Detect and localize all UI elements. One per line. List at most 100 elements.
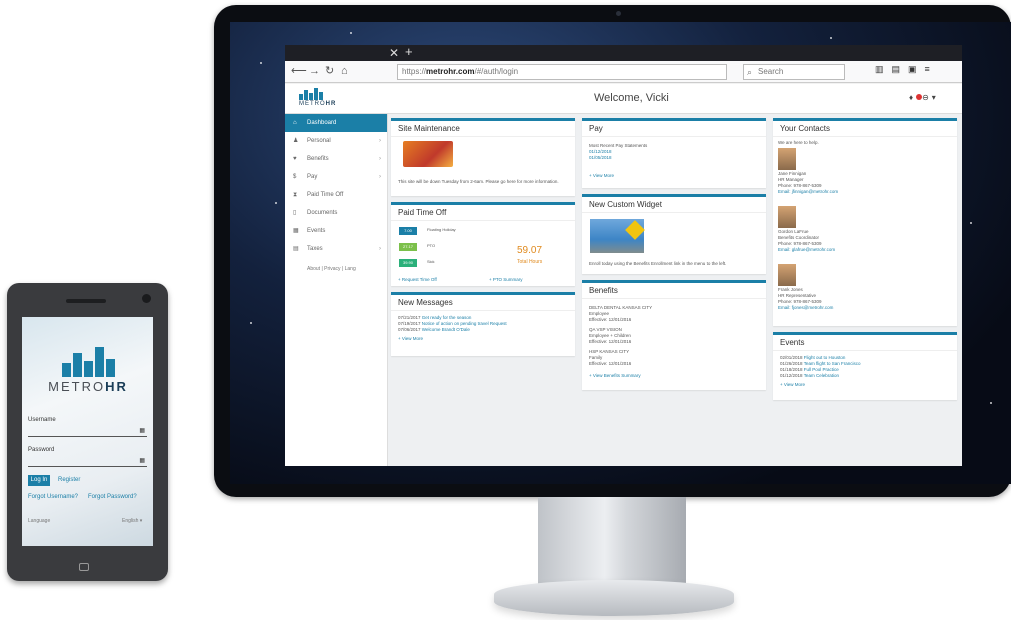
browser-window: ✕ + ⟵ → ↻ ⌂ https://metrohr.com/#/auth/l… bbox=[285, 45, 962, 466]
bell-icon[interactable]: ♦ bbox=[909, 93, 916, 102]
sidebar-item-personal[interactable]: ♟ Personal › bbox=[285, 132, 387, 150]
home-icon[interactable]: ⌂ bbox=[341, 64, 348, 78]
events-card: Events 02/01/2018 Flight out to Houston … bbox=[773, 332, 957, 400]
sidebar-item-documents[interactable]: ▯ Documents bbox=[285, 204, 387, 222]
chevron-right-icon: › bbox=[379, 246, 381, 252]
site-maintenance-card: Site Maintenance This site will be down … bbox=[391, 118, 575, 196]
pto-summary-link[interactable]: + PTO Summary bbox=[489, 277, 523, 283]
monitor-stand bbox=[538, 497, 686, 587]
avatar bbox=[778, 148, 796, 170]
address-bar[interactable]: https://metrohr.com/#/auth/login bbox=[397, 64, 727, 80]
app-header: METROHR Welcome, Vicki ♦ ⊖▾ bbox=[285, 84, 962, 114]
language-label: Language bbox=[28, 518, 51, 524]
pto-value: 27.17 bbox=[399, 243, 417, 251]
welcome-title: Welcome, Vicki bbox=[594, 92, 669, 104]
pto-value: 39.90 bbox=[399, 259, 417, 267]
sidebar-item-taxes[interactable]: ▤ Taxes › bbox=[285, 240, 387, 258]
contacts-intro: We are here to help. bbox=[778, 140, 819, 145]
card-title: Events bbox=[773, 335, 957, 351]
sidebar-item-benefits[interactable]: ♥ Benefits › bbox=[285, 150, 387, 168]
menu-icon[interactable]: ≡ bbox=[925, 64, 938, 74]
reader-icon[interactable]: ▣ bbox=[908, 64, 925, 74]
password-label: Password bbox=[28, 447, 55, 453]
username-label: Username bbox=[28, 417, 56, 423]
language-select[interactable]: English ▾ bbox=[122, 518, 142, 524]
forgot-username-link[interactable]: Forgot Username? bbox=[28, 494, 78, 500]
sidebar-item-dashboard[interactable]: ⌂ Dashboard bbox=[285, 114, 387, 132]
metrohr-logo: METROHR bbox=[40, 347, 136, 394]
pay-statement-link[interactable]: 01/05/2018 bbox=[589, 155, 647, 161]
custom-widget-card: New Custom Widget Enroll today using the… bbox=[582, 194, 766, 274]
contact-card: Frank Jones HR Representative Phone: 978-8… bbox=[778, 264, 833, 311]
chevron-right-icon: › bbox=[379, 156, 381, 162]
close-tab-icon[interactable]: ✕ bbox=[389, 46, 399, 60]
card-title: Paid Time Off bbox=[391, 205, 575, 221]
pto-label: Floating Holiday bbox=[427, 227, 456, 232]
sidebar-item-pay[interactable]: $ Pay › bbox=[285, 168, 387, 186]
contacts-card: Your Contacts We are here to help. Jane … bbox=[773, 118, 957, 326]
view-more-link[interactable]: + View More bbox=[398, 336, 507, 342]
url-prefix: https:// bbox=[402, 67, 427, 76]
card-title: Site Maintenance bbox=[391, 121, 575, 137]
maintenance-image bbox=[403, 141, 453, 167]
request-time-off-link[interactable]: + Request Time Off bbox=[398, 277, 437, 283]
url-domain: metrohr.com bbox=[426, 67, 475, 76]
view-more-link[interactable]: + View More bbox=[780, 382, 860, 388]
search-placeholder: Search bbox=[758, 67, 784, 76]
message-item[interactable]: 07/06/2017 Welcome Brandt O'Dale bbox=[398, 327, 507, 333]
forgot-password-link[interactable]: Forgot Password? bbox=[88, 494, 137, 500]
home-button-icon[interactable] bbox=[79, 563, 89, 571]
card-title: Benefits bbox=[582, 283, 766, 299]
card-title: Pay bbox=[582, 121, 766, 137]
sidebar-item-events[interactable]: ▦ Events bbox=[285, 222, 387, 240]
total-hours-label: Total Hours bbox=[517, 259, 543, 265]
contact-card: Gordon LaFrue Benefits Coordinator Phone: … bbox=[778, 206, 835, 253]
pto-label: PTO bbox=[427, 243, 436, 248]
avatar bbox=[778, 206, 796, 228]
hourglass-icon: ⧗ bbox=[293, 192, 298, 198]
library-icon[interactable]: ▥ bbox=[875, 64, 892, 74]
username-field[interactable]: ▦ bbox=[28, 425, 147, 437]
url-path: /#/auth/login bbox=[474, 67, 519, 76]
new-tab-icon[interactable]: + bbox=[405, 45, 413, 59]
back-icon[interactable]: ⟵ bbox=[291, 64, 307, 78]
card-title: New Custom Widget bbox=[582, 197, 766, 213]
sidebar-footer-links[interactable]: About | Privacy | Lang bbox=[285, 258, 387, 272]
phone-login-screen: METROHR Username ▦ Password ▦ Log In Reg… bbox=[22, 317, 153, 546]
sidebar-icon[interactable]: ▤ bbox=[892, 64, 909, 74]
monitor-camera bbox=[616, 11, 621, 16]
benefits-icon: ♥ bbox=[293, 156, 297, 162]
calendar-icon: ▦ bbox=[293, 228, 299, 234]
event-item[interactable]: 01/12/2018 Team Celebration bbox=[780, 373, 860, 379]
search-input[interactable]: ⌕ Search bbox=[743, 64, 845, 80]
events-list: 02/01/2018 Flight out to Houston 01/26/2… bbox=[780, 355, 860, 388]
view-more-link[interactable]: + View More bbox=[589, 173, 647, 179]
new-messages-card: New Messages 07/21/2017 Get ready for th… bbox=[391, 292, 575, 356]
maintenance-text: This site will be down Tuesday from 2-6a… bbox=[398, 179, 559, 184]
pto-value: 7.00 bbox=[399, 227, 417, 235]
toolbar-icons: ▥▤▣≡ bbox=[875, 64, 938, 75]
password-field[interactable]: ▦ bbox=[28, 455, 147, 467]
chevron-right-icon: › bbox=[379, 138, 381, 144]
search-icon: ⌕ bbox=[747, 67, 753, 77]
login-button[interactable]: Log In bbox=[28, 475, 50, 486]
metrohr-logo[interactable]: METROHR bbox=[299, 88, 336, 107]
register-link[interactable]: Register bbox=[58, 477, 80, 483]
sidebar-item-paid-time-off[interactable]: ⧗ Paid Time Off bbox=[285, 186, 387, 204]
reload-icon[interactable]: ↻ bbox=[325, 64, 334, 78]
card-title: Your Contacts bbox=[773, 121, 957, 137]
widget-text: Enroll today using the Benefits Enrollme… bbox=[589, 261, 727, 266]
benefits-summary-link[interactable]: + View Benefits Summary bbox=[589, 373, 652, 379]
total-hours-value: 59.07 bbox=[517, 245, 543, 256]
avatar bbox=[778, 264, 796, 286]
dollar-icon: $ bbox=[293, 174, 297, 180]
keyboard-icon: ▦ bbox=[139, 428, 145, 434]
user-icon[interactable]: ⊖▾ bbox=[922, 93, 939, 102]
pto-label: Sick bbox=[427, 259, 435, 264]
benefits-list: DELTA DENTAL KANSAS CITY Employee Effectiv… bbox=[589, 305, 653, 379]
keyboard-icon: ▦ bbox=[139, 458, 145, 464]
sidebar: ⌂ Dashboard ♟ Personal › ♥ Benefits › $ Pa… bbox=[285, 114, 388, 466]
document-icon: ▯ bbox=[293, 210, 297, 216]
forward-icon[interactable]: → bbox=[309, 64, 320, 78]
message-list: 07/21/2017 Get ready for the season 07/1… bbox=[398, 315, 507, 342]
